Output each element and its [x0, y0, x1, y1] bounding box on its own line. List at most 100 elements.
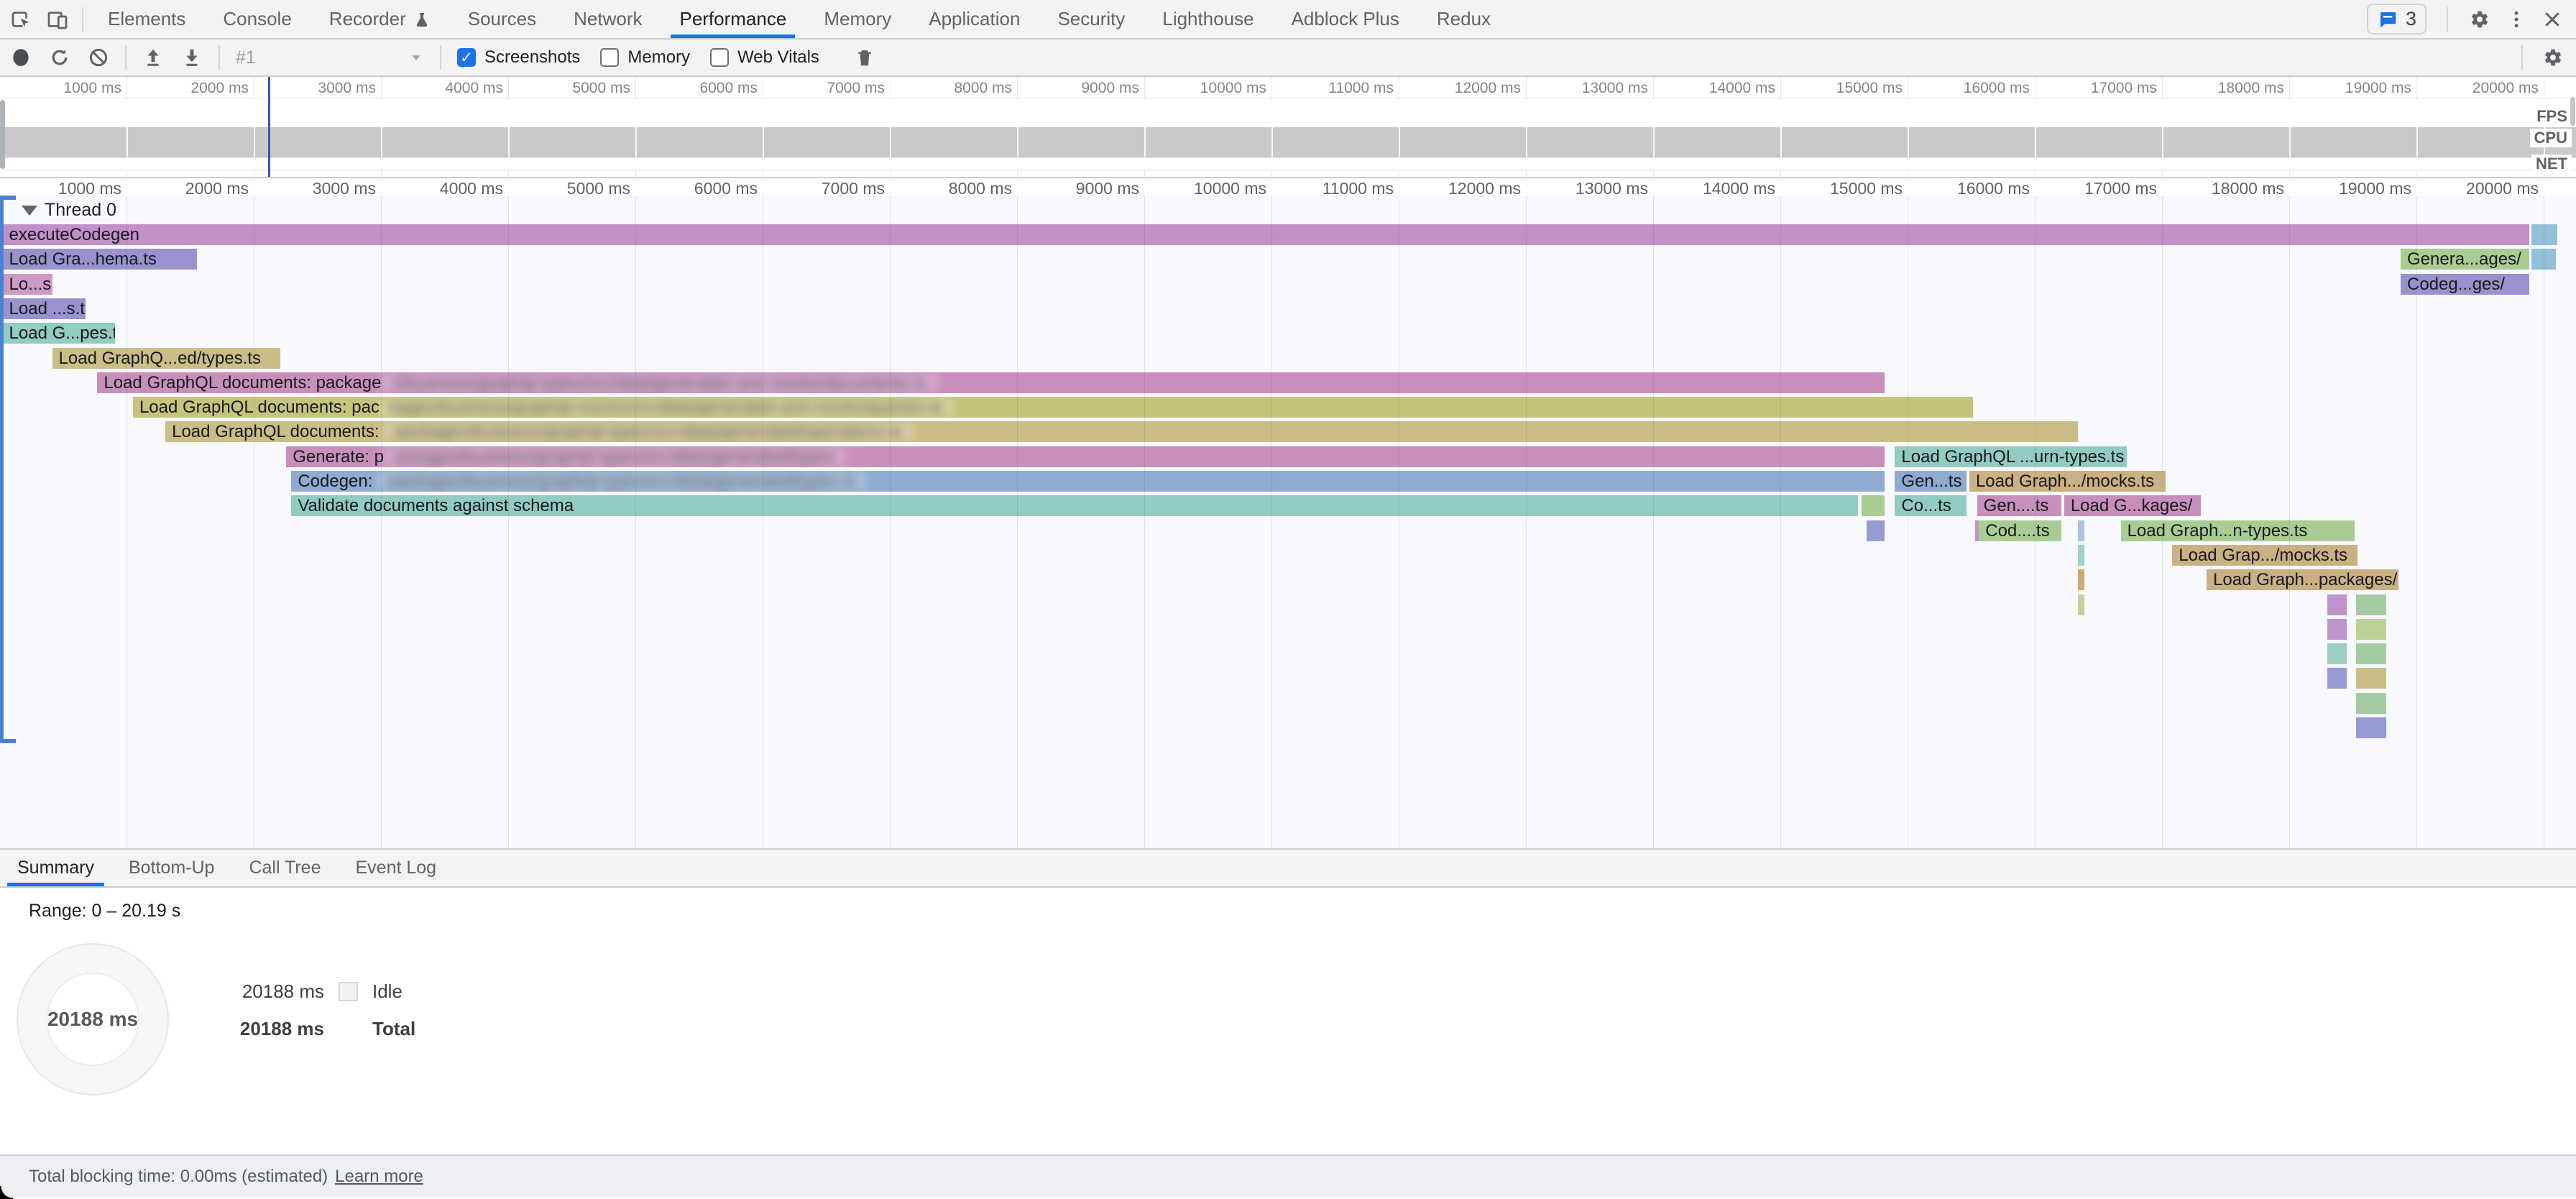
- flame-bar[interactable]: [2327, 668, 2347, 689]
- tab-redux[interactable]: Redux: [1418, 0, 1509, 38]
- tab-lighthouse[interactable]: Lighthouse: [1144, 0, 1272, 38]
- flame-bar-load-graph-packages[interactable]: Load Graph...packages/: [2207, 569, 2398, 590]
- flame-bar-load-graphq-ed-types-ts[interactable]: Load GraphQ...ed/types.ts: [52, 348, 281, 369]
- overview-tick-label: 17000 ms: [2013, 80, 2157, 97]
- flame-bar-load-graphql-documents[interactable]: Load GraphQL documents: packages/busines…: [165, 421, 2078, 442]
- net-lane: [0, 157, 2576, 170]
- cpu-gridline: [890, 127, 891, 157]
- flame-bar-codegen[interactable]: Codegen: packages/business/graphql-types…: [291, 471, 1885, 492]
- tab-performance[interactable]: Performance: [661, 0, 805, 38]
- flame-bar[interactable]: [2078, 594, 2084, 615]
- flame-bar-co-ts[interactable]: Co...ts: [1895, 495, 1966, 516]
- tab-security[interactable]: Security: [1039, 0, 1144, 38]
- tab-application[interactable]: Application: [910, 0, 1039, 38]
- settings-gear-icon[interactable]: [2468, 8, 2491, 31]
- tab-call-tree[interactable]: Call Tree: [231, 850, 338, 886]
- flame-bar-load-s-ts[interactable]: Load ...s.ts: [3, 298, 86, 319]
- thread-header[interactable]: Thread 0: [22, 200, 116, 221]
- flame-bar-gen-ts[interactable]: Gen....ts: [1977, 495, 2062, 516]
- flame-bar[interactable]: [2531, 249, 2556, 270]
- flame-bar-label: Load G...kages/: [2071, 496, 2192, 515]
- divider: [82, 7, 83, 32]
- flame-bar-label: Load GraphQL documents:: [172, 422, 384, 441]
- flame-bar-load-graph-mocks-ts[interactable]: Load Graph.../mocks.ts: [1969, 471, 2166, 492]
- flame-bar-load-graphql-documents-package[interactable]: Load GraphQL documents: packages/busines…: [97, 372, 1885, 393]
- flame-bar[interactable]: [2356, 693, 2386, 714]
- flame-bar-load-graph-n-types-ts[interactable]: Load Graph...n-types.ts: [2121, 520, 2355, 541]
- tab-bottom-up[interactable]: Bottom-Up: [111, 850, 231, 886]
- cpu-gridline: [1144, 127, 1146, 157]
- tab-summary[interactable]: Summary: [0, 850, 111, 886]
- flame-bar[interactable]: [1862, 495, 1885, 516]
- overview-playhead-marker[interactable]: [268, 77, 270, 177]
- flame-bar[interactable]: [2531, 224, 2557, 245]
- checkbox-screenshots[interactable]: ✓Screenshots: [457, 47, 580, 68]
- checkbox-unchecked-icon[interactable]: [600, 48, 619, 67]
- timeline-overview[interactable]: FPS CPU NET 1000 ms2000 ms3000 ms4000 ms…: [0, 77, 2576, 178]
- checkbox-checked-icon[interactable]: ✓: [457, 48, 476, 67]
- overview-scrollbar[interactable]: [2570, 97, 2575, 126]
- flame-bar[interactable]: [2078, 520, 2084, 541]
- tab-elements[interactable]: Elements: [89, 0, 204, 38]
- flame-bar[interactable]: [2327, 643, 2347, 664]
- tab-recorder[interactable]: Recorder: [310, 0, 449, 38]
- flame-bar[interactable]: [2356, 619, 2386, 640]
- tab-network[interactable]: Network: [555, 0, 661, 38]
- fps-lane-label: FPS: [2532, 107, 2572, 126]
- flame-bar[interactable]: [2078, 569, 2084, 590]
- flame-bar-executecodegen[interactable]: executeCodegen: [3, 224, 2529, 245]
- flame-bar-load-graphql-documents-pac[interactable]: Load GraphQL documents: packages/busines…: [133, 397, 1973, 418]
- overview-left-drag-handle[interactable]: [0, 100, 5, 169]
- tab-console[interactable]: Console: [204, 0, 310, 38]
- flame-bar[interactable]: [2327, 594, 2347, 615]
- flame-bar-genera-ages[interactable]: Genera...ages/: [2401, 249, 2529, 270]
- flame-chart[interactable]: Thread 0 executeCodegen Load Gra...hema.t…: [0, 196, 2576, 848]
- learn-more-link[interactable]: Learn more: [335, 1167, 423, 1187]
- flame-bar-codeg-ges[interactable]: Codeg...ges/: [2401, 274, 2529, 295]
- checkbox-memory[interactable]: Memory: [600, 47, 690, 68]
- flame-bar[interactable]: [2356, 594, 2386, 615]
- selection-bracket[interactable]: [0, 196, 4, 743]
- flame-bar[interactable]: [2327, 619, 2347, 640]
- tab-adblock-plus[interactable]: Adblock Plus: [1273, 0, 1418, 38]
- flame-bar-load-graphql-urn-types-ts[interactable]: Load GraphQL ...urn-types.ts: [1895, 446, 2127, 467]
- flame-bar[interactable]: [2356, 643, 2386, 664]
- inspect-element-icon[interactable]: [10, 8, 33, 31]
- flame-bar-load-g-pes-ts[interactable]: Load G...pes.ts: [3, 323, 116, 344]
- flame-bar-generate-p[interactable]: Generate: packages/business/graphql-type…: [286, 446, 1885, 467]
- flame-bar[interactable]: [2078, 545, 2084, 566]
- flame-bar-load-gra-hema-ts[interactable]: Load Gra...hema.ts: [3, 249, 198, 270]
- flame-bar[interactable]: [2356, 668, 2386, 689]
- tab-event-log[interactable]: Event Log: [339, 850, 454, 886]
- divider: [2521, 45, 2523, 70]
- save-profile-icon[interactable]: [181, 47, 203, 68]
- flame-bar-cod-ts[interactable]: Cod....ts: [1979, 520, 2061, 541]
- cpu-gridline: [1017, 127, 1018, 157]
- record-button[interactable]: [10, 47, 32, 68]
- checkbox-unchecked-icon[interactable]: [710, 48, 729, 67]
- redacted-text: packages/business/graphql-types/src/data…: [377, 472, 866, 491]
- reload-and-record-button[interactable]: [49, 47, 70, 68]
- flame-bar-lo-s[interactable]: Lo...s: [3, 274, 52, 295]
- tab-memory[interactable]: Memory: [805, 0, 910, 38]
- issues-badge[interactable]: 3: [2367, 4, 2426, 35]
- device-toolbar-icon[interactable]: [46, 8, 69, 31]
- flame-bar-gen-ts[interactable]: Gen...ts: [1895, 471, 1966, 492]
- tab-sources[interactable]: Sources: [449, 0, 555, 38]
- capture-settings-gear-icon[interactable]: [2542, 46, 2564, 69]
- flame-bar[interactable]: [2356, 717, 2386, 738]
- flame-bar-validate-documents-against-schema[interactable]: Validate documents against schema: [291, 495, 1858, 516]
- kebab-menu-icon[interactable]: [2506, 9, 2527, 30]
- flame-bar-load-grap-mocks-ts[interactable]: Load Grap.../mocks.ts: [2172, 545, 2358, 566]
- checkbox-web-vitals[interactable]: Web Vitals: [710, 47, 819, 68]
- flame-bar[interactable]: [1867, 520, 1885, 541]
- clear-recording-button[interactable]: [88, 47, 109, 68]
- flame-bar-load-g-kages[interactable]: Load G...kages/: [2064, 495, 2201, 516]
- close-devtools-icon[interactable]: [2542, 9, 2563, 30]
- overview-tick-label: 9000 ms: [995, 80, 1139, 97]
- devtools-window: ElementsConsoleRecorderSourcesNetworkPer…: [0, 0, 2576, 1199]
- load-profile-icon[interactable]: [142, 47, 164, 68]
- history-select[interactable]: #1: [226, 47, 434, 68]
- trash-icon[interactable]: [854, 47, 875, 68]
- overview-tick-label: 11000 ms: [1250, 80, 1394, 97]
